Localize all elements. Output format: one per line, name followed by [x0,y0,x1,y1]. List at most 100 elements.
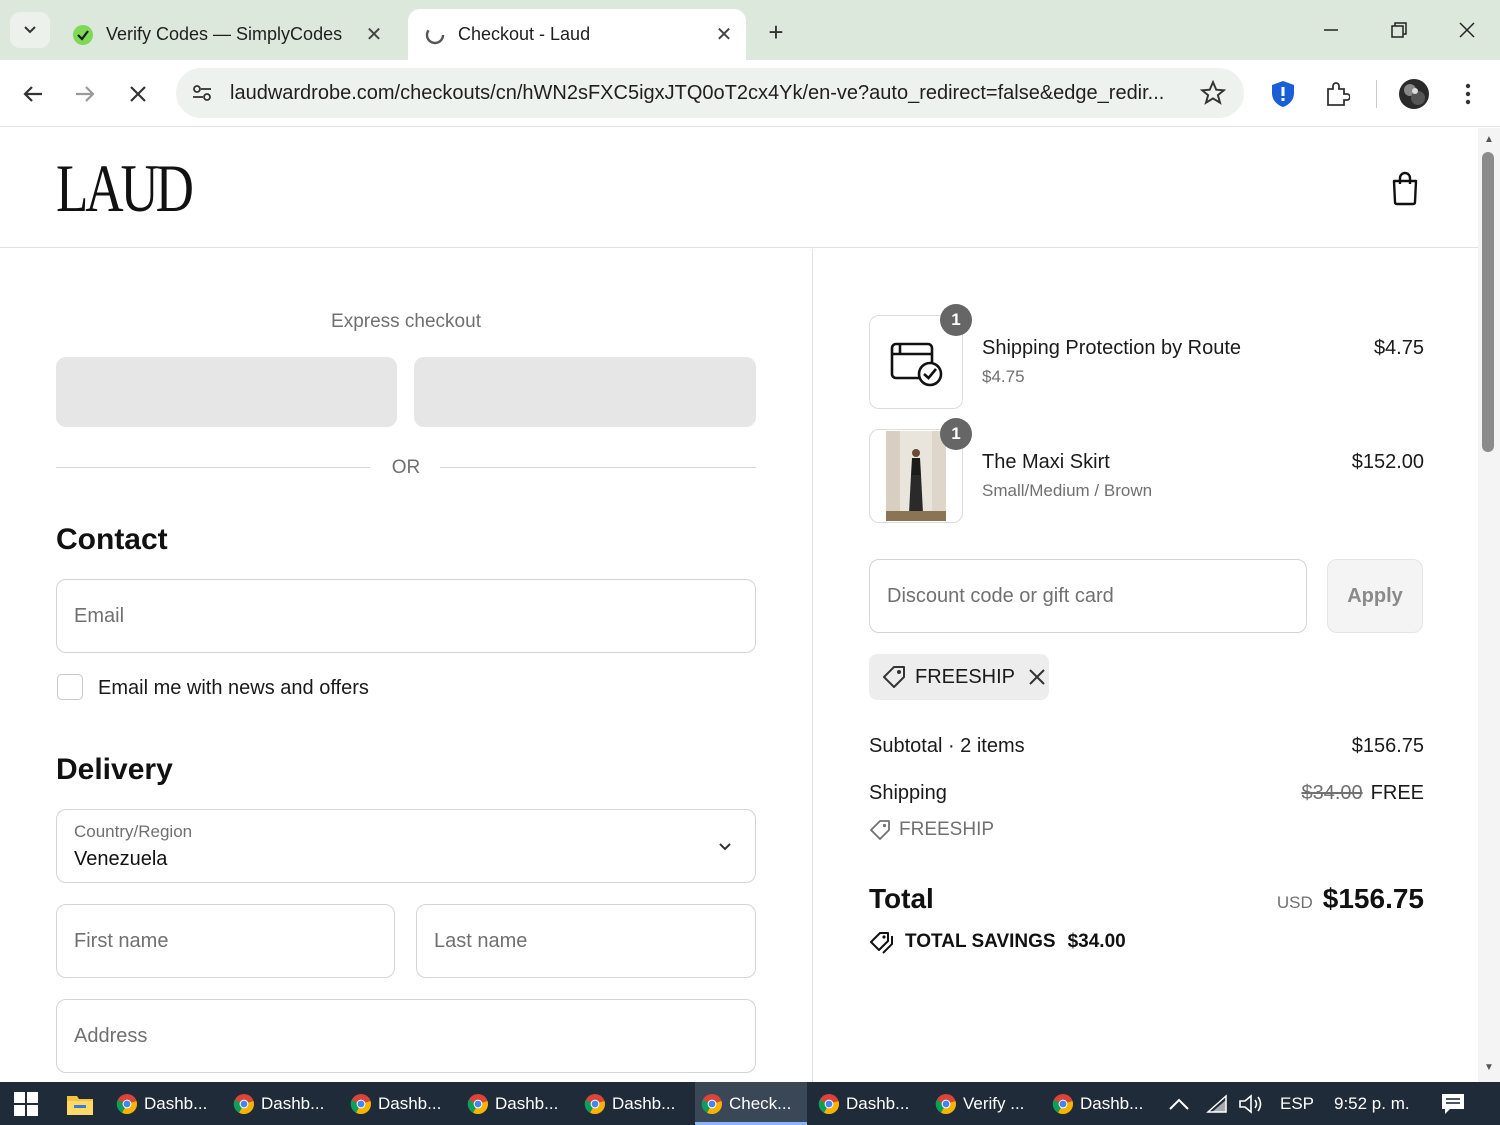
discount-code-input[interactable]: Discount code or gift card [869,559,1307,633]
chevron-up-icon [1169,1098,1189,1110]
line-item: 1 The Maxi Skirt Small/Medium / Brown $1… [869,418,1424,523]
or-text: OR [391,457,421,478]
checkout-page: LAUD Express checkout OR Contact Email E… [0,128,1478,1082]
email-placeholder: Email [74,605,125,627]
bookmark-star-icon[interactable] [1200,80,1226,106]
address-field[interactable]: Address [56,999,756,1073]
address-placeholder: Address [74,1025,148,1047]
tag-icon [883,666,905,688]
forward-button[interactable] [65,74,105,114]
total-savings: TOTAL SAVINGS $34.00 [869,930,1126,954]
tab-search-button[interactable] [10,12,50,48]
browser-tab-bar: Verify Codes — SimplyCodes ✕ Checkout - … [0,0,1500,60]
country-select[interactable]: Country/Region Venezuela [56,809,756,883]
shopping-bag-icon[interactable] [1388,170,1422,206]
extensions-puzzle-icon[interactable] [1320,77,1354,111]
shipping-original-price: $34.00 [1301,782,1363,804]
quantity-badge: 1 [940,304,972,336]
taskbar-app-label: Dashb... [144,1093,208,1113]
restore-button[interactable] [1374,12,1424,48]
tab-verify-codes[interactable]: Verify Codes — SimplyCodes ✕ [56,9,396,60]
savings-label: TOTAL SAVINGS [905,931,1056,952]
network-icon[interactable] [1206,1082,1230,1125]
discount-placeholder: Discount code or gift card [887,585,1114,607]
country-label: Country/Region [74,822,193,841]
subtotal-row: Subtotal · 2 items $156.75 [869,735,1424,758]
total-amount: $156.75 [1322,883,1424,914]
taskbar-app-button[interactable]: Dashb... [227,1082,339,1125]
volume-icon[interactable] [1238,1082,1264,1125]
scroll-up-arrow[interactable]: ▲ [1482,134,1496,146]
country-value: Venezuela [74,848,168,870]
file-explorer-icon[interactable] [66,1091,94,1117]
address-bar[interactable]: laudwardrobe.com/checkouts/cn/hWN2sFXC5i… [176,68,1244,118]
tab-close-icon[interactable]: ✕ [360,21,388,49]
chrome-icon [1052,1093,1073,1114]
browser-menu-icon[interactable] [1451,77,1485,111]
currency-code: USD [1276,893,1313,912]
taskbar-app-button[interactable]: Dashb... [110,1082,222,1125]
total-row: Total USD $156.75 [869,883,1424,915]
last-name-placeholder: Last name [434,930,528,952]
newsletter-label[interactable]: Email me with news and offers [98,677,369,700]
laud-logo[interactable]: LAUD [56,154,194,222]
new-tab-button[interactable]: + [760,16,792,48]
system-clock[interactable]: 9:52 p. m. [1334,1082,1410,1125]
quantity-badge: 1 [940,418,972,450]
item-price: $4.75 [1373,337,1424,359]
taskbar-app-button[interactable]: Check... [695,1082,807,1125]
chrome-icon [935,1093,956,1114]
back-button[interactable] [13,74,53,114]
site-settings-icon[interactable] [188,79,216,107]
apply-discount-button[interactable]: Apply [1327,559,1423,633]
last-name-field[interactable]: Last name [416,904,756,978]
simplycodes-icon [73,24,93,45]
notifications-icon[interactable] [1440,1082,1466,1125]
taskbar-app-label: Dashb... [378,1093,442,1113]
taskbar-app-button[interactable]: Dashb... [344,1082,456,1125]
applied-discount-chip: FREESHIP [869,654,1049,700]
tags-icon [870,932,893,954]
tab-title: Checkout - Laud [458,24,591,44]
taskbar-app-button[interactable]: Dashb... [1046,1082,1158,1125]
arrow-right-icon [76,86,95,102]
scroll-down-arrow[interactable]: ▼ [1482,1062,1496,1074]
chevron-down-icon [24,26,36,34]
windows-start-icon[interactable] [14,1092,38,1116]
minimize-button[interactable] [1306,12,1356,48]
taskbar-app-button[interactable]: Dashb... [578,1082,690,1125]
subtotal-value: $156.75 [1351,735,1424,757]
chrome-icon [350,1093,371,1114]
stop-loading-button[interactable] [118,74,158,114]
express-pay-button-2[interactable] [414,357,756,427]
remove-discount-icon[interactable] [1027,667,1047,687]
url-text[interactable]: laudwardrobe.com/checkouts/cn/hWN2sFXC5i… [230,82,1174,105]
chrome-icon [467,1093,488,1114]
express-pay-button-1[interactable] [56,357,397,427]
tab-checkout-laud[interactable]: Checkout - Laud ✕ [408,9,746,60]
show-hidden-icons[interactable] [1168,1082,1190,1125]
taskbar-app-button[interactable]: Dashb... [812,1082,924,1125]
profile-avatar[interactable] [1397,77,1431,111]
taskbar-app-button[interactable]: Verify ... [929,1082,1041,1125]
close-window-button[interactable] [1442,12,1492,48]
scrollbar-thumb[interactable] [1482,152,1494,452]
order-summary: 1 Shipping Protection by Route $4.75 $4.… [813,249,1478,1082]
line-item: 1 Shipping Protection by Route $4.75 $4.… [869,304,1424,409]
first-name-field[interactable]: First name [56,904,395,978]
applied-code: FREESHIP [915,665,1016,688]
taskbar-app-label: Dashb... [1080,1093,1144,1113]
item-name: Shipping Protection by Route [982,337,1242,359]
tab-close-icon[interactable]: ✕ [710,21,738,49]
email-field[interactable]: Email [56,579,756,653]
taskbar-app-button[interactable]: Dashb... [461,1082,573,1125]
contact-title: Contact [56,523,168,556]
bitwarden-extension-icon[interactable] [1266,77,1300,111]
taskbar-app-label: Check... [729,1093,792,1113]
delivery-title: Delivery [56,753,173,786]
input-language[interactable]: ESP [1280,1082,1314,1125]
item-name: The Maxi Skirt [982,451,1110,473]
newsletter-checkbox[interactable] [57,674,83,700]
express-checkout-title: Express checkout [331,311,481,332]
toolbar-separator [1376,80,1377,108]
